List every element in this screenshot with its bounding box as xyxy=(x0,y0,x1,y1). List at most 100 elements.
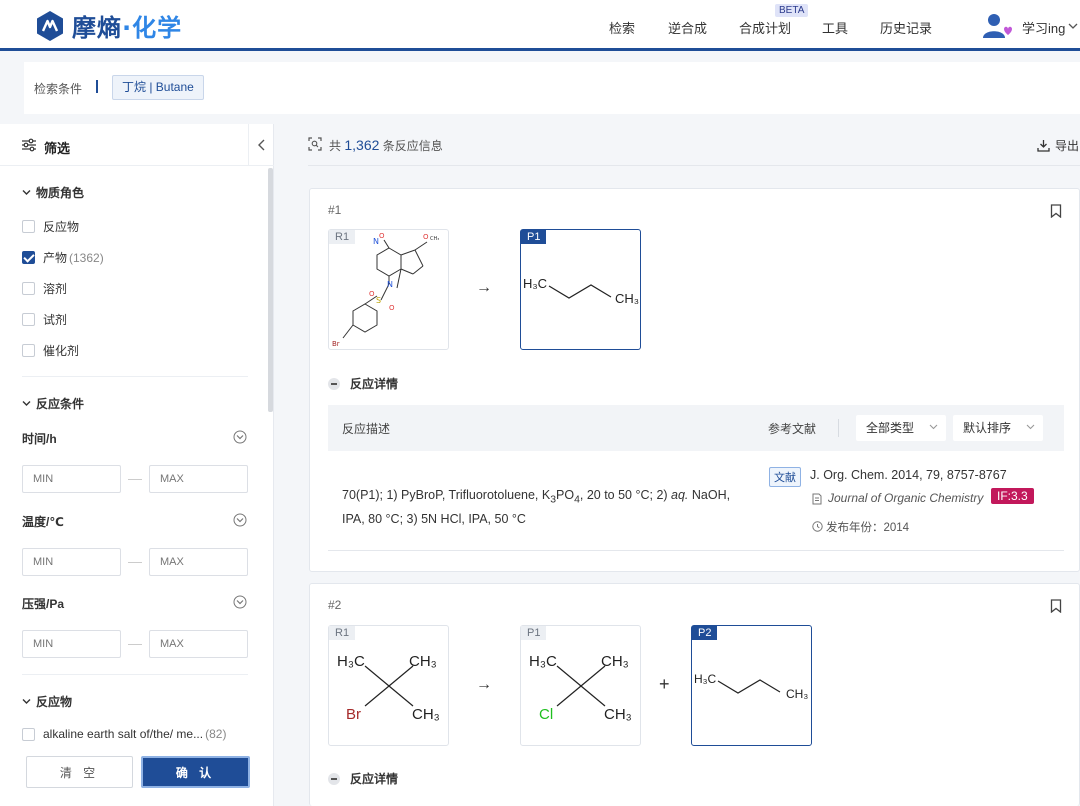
section-reaction-conditions[interactable]: 反应条件 xyxy=(22,395,84,412)
svg-text:H₃C: H₃C xyxy=(337,653,365,670)
molecule-tag: P1 xyxy=(521,230,547,244)
checkbox[interactable] xyxy=(22,282,35,295)
svg-text:Br: Br xyxy=(332,340,340,348)
product-structure[interactable]: H₃C CH₃ Cl CH₃ P1 xyxy=(520,625,641,746)
checkbox-product[interactable]: 产物 (1362) xyxy=(22,249,104,266)
results-count-text: 共 1,362 条反应信息 xyxy=(329,137,443,153)
filter-sliders-icon xyxy=(22,138,36,152)
username[interactable]: 学习ing xyxy=(1022,18,1065,37)
pressure-min-input[interactable] xyxy=(22,630,121,658)
reaction-details-toggle[interactable]: 反应详情 xyxy=(328,375,398,392)
checkbox[interactable] xyxy=(22,313,35,326)
checkbox[interactable] xyxy=(22,344,35,357)
reactant-structure[interactable]: N N O O CH₃ S O O Br R1 xyxy=(328,229,449,350)
bookmark-icon[interactable] xyxy=(1050,204,1062,218)
molecule-tag: R1 xyxy=(329,626,356,640)
impact-factor-badge: IF:3.3 xyxy=(991,488,1034,504)
molecule-tag: P1 xyxy=(521,626,547,640)
svg-text:O: O xyxy=(389,304,395,312)
export-button[interactable]: 导出 xyxy=(1037,137,1079,154)
logo-mark-icon xyxy=(37,10,63,41)
nav-search[interactable]: 检索 xyxy=(609,18,635,37)
reactant-structure[interactable]: H₃C CH₃ Br CH₃ R1 xyxy=(328,625,449,746)
column-reference: 参考文献 xyxy=(768,422,817,436)
checkbox-reactant[interactable]: 反应物 xyxy=(22,218,79,235)
chevron-down-icon xyxy=(929,424,938,430)
sidebar-scrollbar[interactable] xyxy=(268,168,273,412)
svg-text:S: S xyxy=(376,296,381,305)
chevron-down-icon xyxy=(22,699,31,704)
collapse-minus-icon xyxy=(328,377,340,390)
pressure-max-input[interactable] xyxy=(149,630,248,658)
expand-circle-icon[interactable] xyxy=(233,513,247,527)
reaction-card: #2 H₃C CH₃ Br CH₃ R1 → H₃C CH₃ Cl CH₃ P1… xyxy=(309,583,1080,806)
section-substance-role[interactable]: 物质角色 xyxy=(22,184,84,201)
reaction-description: 70(P1); 1) PyBroP, Trifluorotoluene, K3P… xyxy=(342,488,731,526)
product-structure[interactable]: H₃C CH₃ P2 xyxy=(691,625,812,746)
bookmark-icon[interactable] xyxy=(1050,599,1062,613)
clear-button[interactable]: 清 空 xyxy=(26,756,133,788)
search-conditions-label: 检索条件 xyxy=(34,82,83,96)
sort-select[interactable]: 默认排序 xyxy=(953,415,1043,441)
document-icon xyxy=(812,493,822,505)
temperature-min-input[interactable] xyxy=(22,548,121,576)
journal-name: Journal of Organic Chemistry xyxy=(828,491,984,505)
svg-text:CH₃: CH₃ xyxy=(601,653,629,670)
clock-icon xyxy=(812,521,823,532)
reaction-number: #2 xyxy=(328,598,342,612)
table-row: 70(P1); 1) PyBroP, Trifluorotoluene, K3P… xyxy=(328,451,1064,551)
temperature-max-input[interactable] xyxy=(149,548,248,576)
results-header: 共 1,362 条反应信息 导出 xyxy=(308,132,1080,166)
checkbox[interactable] xyxy=(22,727,35,741)
checkbox[interactable] xyxy=(22,220,35,233)
time-min-input[interactable] xyxy=(22,465,121,493)
reference-link[interactable]: J. Org. Chem. 2014, 79, 8757-8767 xyxy=(810,468,1007,482)
user-avatar-icon[interactable] xyxy=(982,12,1014,40)
expand-circle-icon[interactable] xyxy=(233,430,247,444)
chevron-down-icon[interactable] xyxy=(1068,21,1078,31)
reaction-card: #1 N N O O CH₃ S O O Br R1 → H₃C CH₃ P1 … xyxy=(309,188,1080,572)
search-query-chip[interactable]: 丁烷 | Butane xyxy=(112,75,204,100)
expand-circle-icon[interactable] xyxy=(233,595,247,609)
molecule-drawing: H₃C CH₃ xyxy=(694,672,808,701)
nav-synthesis-plan[interactable]: 合成计划 xyxy=(739,18,791,37)
confirm-button[interactable]: 确 认 xyxy=(141,756,250,788)
download-icon xyxy=(1037,140,1050,152)
chevron-down-icon xyxy=(22,190,31,195)
logo[interactable]: 摩熵·化学 xyxy=(34,8,182,43)
nav-tools[interactable]: 工具 xyxy=(822,18,848,37)
checkbox-reagent[interactable]: 试剂 xyxy=(22,311,67,328)
scan-icon xyxy=(308,137,322,151)
checkbox-reactant-item[interactable]: alkaline earth salt of/the/ me... (82) xyxy=(22,727,226,741)
svg-text:H₃C: H₃C xyxy=(523,276,547,291)
results-count: 1,362 xyxy=(344,137,380,153)
reaction-details-toggle[interactable]: 反应详情 xyxy=(328,770,398,787)
svg-text:CH₃: CH₃ xyxy=(409,653,437,670)
time-max-input[interactable] xyxy=(149,465,248,493)
svg-text:CH₃: CH₃ xyxy=(615,291,639,306)
molecule-drawing: H₃C CH₃ Cl CH₃ xyxy=(529,653,632,723)
checkbox-catalyst[interactable]: 催化剂 xyxy=(22,342,79,359)
product-structure[interactable]: H₃C CH₃ P1 xyxy=(520,229,641,350)
collapse-sidebar-button[interactable] xyxy=(248,124,274,166)
type-select[interactable]: 全部类型 xyxy=(856,415,946,441)
chevron-left-icon xyxy=(258,139,265,151)
nav-retrosynthesis[interactable]: 逆合成 xyxy=(668,18,707,37)
section-reactant[interactable]: 反应物 xyxy=(22,693,72,710)
molecule-drawing: H₃C CH₃ Br CH₃ xyxy=(337,653,440,723)
beta-badge: BETA xyxy=(775,4,809,17)
range-label-temperature: 温度/℃ xyxy=(22,515,64,529)
svg-text:H₃C: H₃C xyxy=(529,653,557,670)
divider xyxy=(96,80,98,93)
molecule-tag: P2 xyxy=(692,626,718,640)
divider xyxy=(838,419,839,437)
reaction-arrow-icon: → xyxy=(476,676,492,693)
svg-text:CH₃: CH₃ xyxy=(412,706,440,723)
logo-text: 摩熵·化学 xyxy=(72,14,183,42)
filter-title: 筛选 xyxy=(44,141,71,156)
svg-text:CH₃: CH₃ xyxy=(430,236,439,242)
checkbox-solvent[interactable]: 溶剂 xyxy=(22,280,67,297)
nav-history[interactable]: 历史记录 xyxy=(880,18,932,37)
range-dash xyxy=(128,562,142,563)
checkbox-checked[interactable] xyxy=(22,251,35,264)
